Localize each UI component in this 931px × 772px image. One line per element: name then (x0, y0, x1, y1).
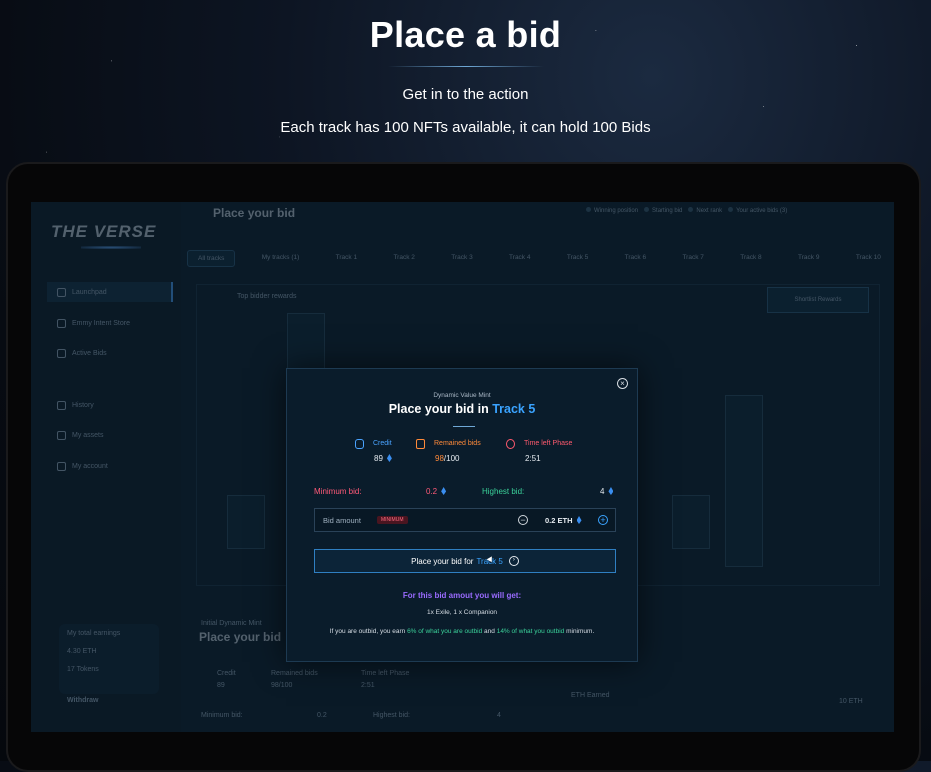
modal-title-track: Track 5 (492, 402, 536, 416)
outbid-info: If you are outbid, you earn 6% of what y… (329, 628, 595, 635)
track-column[interactable] (672, 495, 710, 549)
bid-modal: × Dynamic Value Mint Place your bid in T… (286, 368, 638, 662)
bid-amount-field[interactable]: Bid amount MINIMUM − 0.2 ETH + (314, 508, 616, 532)
bottom-remained-label: Remained bids (271, 670, 318, 677)
tab-track-5[interactable]: Track 5 (557, 250, 598, 267)
tab-track-8[interactable]: Track 8 (730, 250, 771, 267)
sidebar-item-assets[interactable]: My assets (47, 425, 173, 445)
min-bid-value: 0.2 (426, 487, 447, 496)
bid-amount-label: Bid amount (323, 516, 361, 525)
rewards-title: For this bid amout you will get: (402, 591, 522, 600)
increment-icon[interactable]: + (598, 515, 608, 525)
place-bid-button[interactable]: Place your bid for Track 5 › (314, 549, 616, 573)
hero-divider (388, 66, 544, 67)
bottom-remained-value: 98/100 (271, 682, 293, 689)
high-bid-label: Highest bid: (482, 487, 525, 496)
shortlist-rewards-button[interactable]: Shortlist Rewards (767, 287, 869, 313)
tab-track-1[interactable]: Track 1 (326, 250, 367, 267)
eth-icon (441, 487, 447, 495)
bottom-high-label: Highest bid: (373, 712, 410, 719)
legend-item: Next rank (688, 207, 722, 214)
bottom-high-value: 4 (497, 712, 501, 719)
track-tabs: All tracks My tracks (1) Track 1 Track 2… (187, 250, 891, 267)
modal-divider (453, 426, 475, 427)
tab-track-3[interactable]: Track 3 (441, 250, 482, 267)
sidebar-item-store[interactable]: Emmy Intent Store (47, 313, 173, 333)
close-icon[interactable]: × (617, 378, 628, 389)
minimum-badge: MINIMUM (377, 516, 408, 524)
sidebar-item-account[interactable]: My account (47, 456, 173, 476)
logo: THE VERSE (51, 222, 157, 241)
top-bidder-label: Top bidder rewards (237, 293, 297, 300)
modal-title: Place your bid in Track 5 (388, 402, 536, 416)
sidebar-item-launchpad[interactable]: Launchpad (47, 282, 173, 302)
bottom-credit-value: 89 (217, 682, 225, 689)
remained-stat: Remained bids 98/100 (416, 439, 506, 469)
decrement-icon[interactable]: − (518, 515, 528, 525)
bids-icon (57, 348, 66, 358)
tab-all-tracks[interactable]: All tracks (187, 250, 236, 267)
eth-icon (386, 454, 392, 462)
min-bid-label: Minimum bid: (314, 487, 362, 496)
modal-kicker: Dynamic Value Mint (433, 392, 491, 399)
legend-item: Winning position (586, 207, 638, 214)
assets-icon (57, 430, 66, 440)
account-icon (57, 461, 66, 471)
stack-icon (416, 439, 425, 449)
tab-track-2[interactable]: Track 2 (383, 250, 424, 267)
rocket-icon (57, 287, 66, 297)
remained-value: 98/100 (435, 454, 460, 463)
legend: Winning position Starting bid Next rank … (586, 207, 787, 214)
tab-track-9[interactable]: Track 9 (788, 250, 829, 267)
hero-subtitle: Get in to the action (402, 86, 529, 103)
bottom-time-value: 2:51 (361, 682, 375, 689)
legend-item: Starting bid (644, 207, 682, 214)
tab-track-6[interactable]: Track 6 (615, 250, 656, 267)
track-column[interactable] (725, 395, 763, 567)
time-stat: Time left Phase 2:51 (506, 439, 596, 469)
eth-icon (576, 516, 582, 524)
eth-earned-label: ETH Earned (571, 692, 610, 699)
eth-icon (608, 487, 614, 495)
bottom-panel-title: Place your bid (199, 630, 282, 644)
hero-description: Each track has 100 NFTs available, it ca… (280, 119, 651, 136)
logo-glow (81, 246, 141, 249)
tab-track-7[interactable]: Track 7 (672, 250, 713, 267)
bid-amount-value: 0.2 ETH (545, 516, 582, 525)
withdraw-button[interactable]: Withdraw (67, 697, 98, 704)
earnings-card: My total earnings 4.30 ETH 17 Tokens (59, 624, 159, 694)
bottom-panel-kicker: Initial Dynamic Mint (201, 620, 262, 627)
bottom-credit-label: Credit (217, 670, 236, 677)
tab-track-10[interactable]: Track 10 (846, 250, 891, 267)
sidebar: THE VERSE Launchpad Emmy Intent Store Ac… (31, 202, 181, 732)
wallet-icon (355, 439, 364, 449)
credit-value: 89 (374, 454, 392, 463)
track-column[interactable] (227, 495, 265, 549)
bottom-min-label: Minimum bid: (201, 712, 243, 719)
tab-my-tracks[interactable]: My tracks (1) (252, 250, 310, 267)
hero-title: Place a bid (369, 14, 562, 55)
timer-icon (506, 439, 515, 449)
high-bid-value: 4 (600, 487, 614, 496)
arrow-right-icon: › (508, 556, 519, 566)
store-icon (57, 318, 66, 328)
page-title: Place your bid (213, 206, 296, 220)
tab-track-4[interactable]: Track 4 (499, 250, 540, 267)
bottom-min-value: 0.2 (317, 712, 327, 719)
legend-item: Your active bids (3) (728, 207, 787, 214)
sidebar-item-active-bids[interactable]: Active Bids (47, 343, 173, 363)
time-value: 2:51 (525, 454, 541, 463)
sidebar-item-history[interactable]: History (47, 395, 173, 415)
eth-earned-value: 10 ETH (839, 698, 863, 705)
bottom-time-label: Time left Phase (361, 670, 410, 677)
rewards-items: 1x Exile, 1 x Companion (426, 609, 498, 616)
history-icon (57, 400, 66, 410)
